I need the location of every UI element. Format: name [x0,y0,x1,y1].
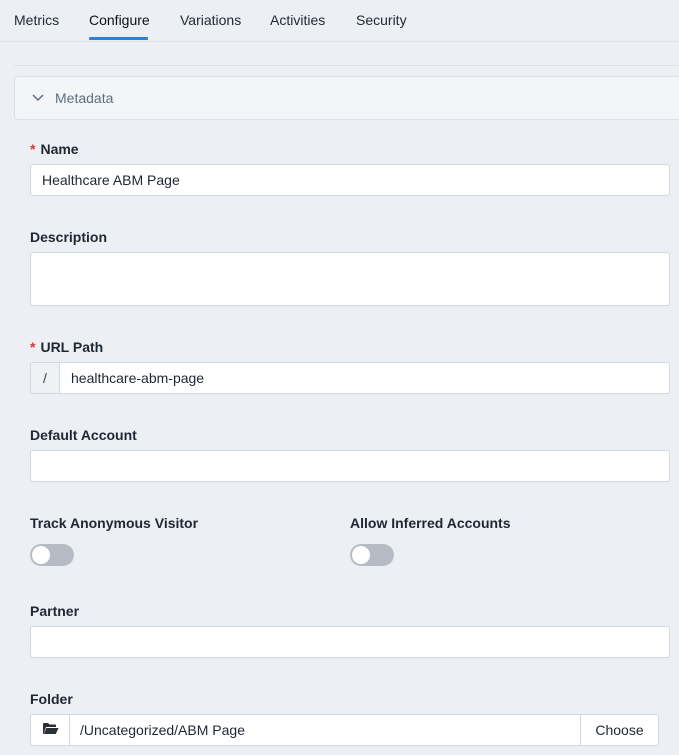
metadata-section-header[interactable]: Metadata [14,76,679,120]
description-label: Description [30,229,108,245]
metadata-section-title: Metadata [55,90,114,106]
name-label-text: Name [40,141,79,157]
partner-label: Partner [30,603,80,619]
track-anonymous-visitor-toggle[interactable] [30,544,74,566]
required-marker: * [30,141,36,157]
chevron-down-icon [31,91,45,105]
tab-bar: Metrics Configure Variations Activities … [0,0,679,42]
choose-folder-button[interactable]: Choose [581,714,659,746]
track-anonymous-visitor-label: Track Anonymous Visitor [30,515,199,531]
default-account-input[interactable] [30,450,670,482]
active-tab-indicator [89,37,148,40]
folder-browse-button[interactable] [30,714,69,746]
description-textarea[interactable] [30,252,670,306]
toggle-knob [32,546,50,564]
required-marker: * [30,339,36,355]
folder-path-input[interactable] [69,714,581,746]
folder-open-icon [42,722,59,738]
partner-input[interactable] [30,626,670,658]
divider [14,65,679,66]
tab-configure[interactable]: Configure [89,12,150,28]
name-input[interactable] [30,164,670,196]
folder-label: Folder [30,691,73,707]
tab-security[interactable]: Security [356,12,407,28]
folder-group: Choose [30,714,659,746]
allow-inferred-accounts-toggle[interactable] [350,544,394,566]
tab-variations[interactable]: Variations [180,12,241,28]
toggle-knob [352,546,370,564]
url-path-input[interactable] [59,362,670,394]
default-account-label: Default Account [30,427,137,443]
tab-activities[interactable]: Activities [270,12,325,28]
url-path-label: * URL Path [30,339,103,355]
url-path-label-text: URL Path [40,339,104,355]
url-path-prefix: / [30,362,59,394]
name-label: * Name [30,141,79,157]
url-path-group: / [30,362,670,394]
allow-inferred-accounts-label: Allow Inferred Accounts [350,515,511,531]
tab-metrics[interactable]: Metrics [14,12,59,28]
